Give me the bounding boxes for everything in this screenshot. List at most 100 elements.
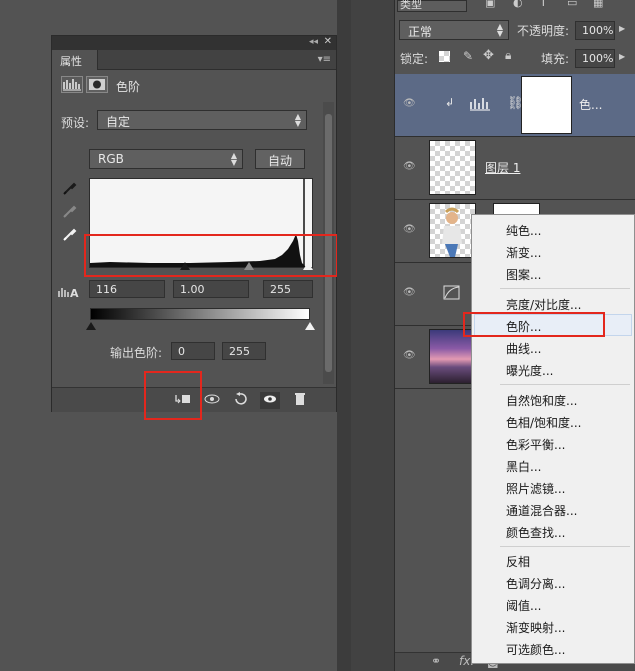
opacity-field[interactable]: 100% [575,21,615,40]
collapse-icon[interactable]: ◂◂ [309,37,318,47]
opacity-arrow-icon[interactable]: ▶ [619,24,625,33]
lock-all-icon[interactable]: 🔒︎ [505,48,511,63]
filter-smart-icon[interactable]: ▦ [593,0,603,9]
menu-separator [500,384,630,385]
preset-dropdown[interactable]: 自定 ▲ ▼ [97,110,307,130]
reset-icon[interactable] [230,392,250,409]
panel-dock-strip [351,0,394,671]
menu-item-selective-color[interactable]: 可选颜色... [506,641,565,658]
channel-value: RGB [98,152,124,166]
panel-gutter [337,0,351,671]
preset-value: 自定 [106,115,131,129]
layer-filter-dropdown[interactable]: 类型 [397,0,467,12]
channel-dropdown[interactable]: RGB ▲ ▼ [89,149,243,169]
visibility-eye-icon[interactable]: 👁︎ [403,161,417,172]
output-white-field[interactable]: 255 [222,342,266,360]
layer-name[interactable]: 图层 1 [485,159,520,176]
filter-type-icon[interactable]: T [540,0,547,9]
panel-menu-icon[interactable]: ▾≡ [318,54,331,65]
visibility-eye-icon[interactable]: 👁︎ [403,350,417,361]
clip-button-highlight-box [144,371,202,420]
auto-levels-icon[interactable]: A [58,285,80,299]
white-point-eyedropper-icon[interactable] [62,226,78,242]
menu-item-gradient[interactable]: 渐变... [506,244,541,261]
menu-item-posterize[interactable]: 色调分离... [506,575,565,592]
dropdown-arrow-icon: ▲ ▼ [294,112,301,128]
link-layers-icon[interactable]: ⚭ [431,654,441,668]
menu-item-exposure[interactable]: 曝光度... [506,362,553,379]
menu-item-pattern[interactable]: 图案... [506,266,541,283]
background-layer-thumbnail [429,329,476,384]
dropdown-arrow-icon: ▲ ▼ [496,22,503,38]
opacity-label: 不透明度: [517,24,570,38]
visibility-eye-icon[interactable]: 👁︎ [403,224,417,235]
input-gamma-field[interactable]: 1.00 [173,280,249,298]
trash-icon[interactable] [290,392,310,409]
menu-item-hue-saturation[interactable]: 色相/饱和度... [506,414,582,431]
menu-item-black-white[interactable]: 黑白... [506,458,541,475]
visibility-eye-icon[interactable]: 👁︎ [403,98,417,109]
layer-mask-thumbnail[interactable] [521,76,572,134]
layer-row-levels[interactable]: 👁︎ ↲ ⛓︎ 色... [395,74,635,137]
panel-title-bar: ◂◂ ✕ [52,36,336,50]
black-point-eyedropper-icon[interactable] [62,180,78,196]
filter-pixel-icon[interactable]: ▣ [485,0,495,9]
levels-item-highlight-box [463,312,605,337]
output-gradient-bar [90,308,310,320]
menu-item-color-lookup[interactable]: 颜色查找... [506,524,565,541]
blend-mode-value: 正常 [408,25,433,39]
menu-item-channel-mixer[interactable]: 通道混合器... [506,502,577,519]
lock-pixels-icon[interactable]: ✎ [463,49,473,63]
filter-adjustment-icon[interactable]: ◐ [513,0,523,9]
levels-adjustment-icon[interactable] [61,76,83,93]
preset-label: 预设: [61,116,90,130]
auto-button[interactable]: 自动 [255,149,305,169]
lock-label: 锁定: [400,52,429,66]
gray-point-eyedropper-icon[interactable] [62,203,78,219]
fill-arrow-icon[interactable]: ▶ [619,52,625,61]
adjustment-title: 色阶 [116,80,141,94]
fill-field[interactable]: 100% [575,49,615,68]
view-previous-state-icon[interactable] [202,392,222,409]
lock-position-icon[interactable]: ✥ [483,48,494,63]
fill-label: 填充: [541,52,570,66]
menu-item-color-balance[interactable]: 色彩平衡... [506,436,565,453]
menu-item-brightness-contrast[interactable]: 亮度/对比度... [506,296,582,313]
menu-item-photo-filter[interactable]: 照片滤镜... [506,480,565,497]
menu-separator [500,546,630,547]
input-white-field[interactable]: 255 [263,280,313,298]
output-white-slider[interactable] [305,322,315,330]
dropdown-arrow-icon: ▲ ▼ [230,151,237,167]
close-icon[interactable]: ✕ [324,36,332,47]
layer-name[interactable]: 色... [579,96,602,113]
layer-row-layer1[interactable]: 👁︎ 图层 1 [395,137,635,200]
clipping-arrow-icon: ↲ [445,96,455,109]
visibility-icon[interactable] [260,392,280,409]
histogram-highlight-box [84,234,338,277]
menu-separator [500,288,630,289]
levels-layer-icon [470,98,490,111]
panel-tab-row: 属性 ▾≡ [52,50,336,70]
input-black-field[interactable]: 116 [89,280,165,298]
properties-panel: ◂◂ ✕ 属性 ▾≡ 色阶 预设: 自定 ▲ ▼ RGB ▲ ▼ 自动 A 116 … [51,35,337,412]
adjustment-layer-menu: 纯色... 渐变... 图案... 亮度/对比度... 色阶... 曲线... … [471,214,635,664]
menu-item-solid-color[interactable]: 纯色... [506,222,541,239]
menu-item-vibrance[interactable]: 自然饱和度... [506,392,577,409]
output-black-slider[interactable] [86,322,96,330]
filter-kind-value: 类型 [400,0,422,11]
menu-item-gradient-map[interactable]: 渐变映射... [506,619,565,636]
output-black-field[interactable]: 0 [171,342,215,360]
blend-mode-dropdown[interactable]: 正常 ▲ ▼ [399,20,509,40]
output-levels-label: 输出色阶: [110,346,163,360]
person-layer-thumbnail [429,203,476,258]
mask-icon[interactable] [86,76,108,93]
curves-layer-icon [443,285,460,300]
lock-transparent-icon[interactable] [439,51,450,62]
menu-item-invert[interactable]: 反相 [506,553,530,570]
tab-properties[interactable]: 属性 [52,50,98,70]
svg-text:A: A [70,287,79,299]
menu-item-threshold[interactable]: 阈值... [506,597,541,614]
visibility-eye-icon[interactable]: 👁︎ [403,287,417,298]
filter-shape-icon[interactable]: ▭ [567,0,577,9]
menu-item-curves[interactable]: 曲线... [506,340,541,357]
